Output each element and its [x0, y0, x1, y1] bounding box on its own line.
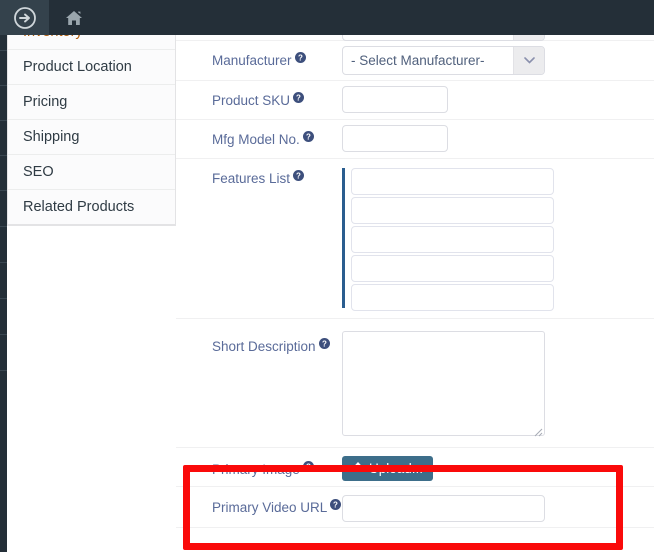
sidebar-item-pricing[interactable]: Pricing	[8, 85, 175, 120]
row-features-list: Features List?	[176, 159, 654, 319]
help-icon[interactable]: ?	[293, 168, 305, 185]
product-form: Parent Product? Manufacturer? - Select M…	[176, 0, 654, 552]
help-icon[interactable]: ?	[294, 50, 306, 67]
label-mfg-model-no: Mfg Model No.?	[212, 120, 342, 148]
forward-arrow-icon	[13, 6, 36, 29]
svg-text:?: ?	[322, 339, 327, 348]
row-product-sku: Product SKU?	[176, 81, 654, 120]
row-primary-image: Primary Image? Upload...	[176, 448, 654, 487]
select-manufacturer[interactable]: - Select Manufacturer-	[342, 46, 545, 75]
label-short-description: Short Description?	[212, 323, 342, 355]
home-icon	[65, 10, 83, 26]
sidebar-item-seo[interactable]: SEO	[8, 155, 175, 190]
sidebar-item-label: Shipping	[23, 129, 80, 145]
input-feature-2[interactable]	[351, 197, 554, 224]
features-list-group	[342, 164, 654, 311]
sidebar-nav-list: Inventory Product Location Pricing Shipp…	[7, 15, 176, 226]
svg-text:?: ?	[333, 500, 338, 509]
svg-text:?: ?	[296, 171, 301, 180]
sidebar-item-label: Related Products	[23, 199, 135, 215]
row-manufacturer: Manufacturer? - Select Manufacturer-	[176, 41, 654, 81]
sidebar-item-related-products[interactable]: Related Products	[8, 190, 175, 225]
row-mfg-model-no: Mfg Model No.?	[176, 120, 654, 159]
input-product-sku[interactable]	[342, 86, 448, 113]
label-manufacturer: Manufacturer?	[212, 41, 342, 69]
row-short-description: Short Description?	[176, 319, 654, 448]
sidebar-item-label: SEO	[23, 164, 54, 180]
label-primary-video-url: Primary Video URL?	[212, 487, 342, 516]
help-icon[interactable]: ?	[318, 336, 330, 353]
sidebar-item-shipping[interactable]: Shipping	[8, 120, 175, 155]
features-accent-bar	[342, 168, 345, 308]
sidebar-item-label: Product Location	[23, 59, 132, 75]
help-icon[interactable]: ?	[330, 497, 342, 514]
label-features-list: Features List?	[212, 159, 342, 187]
label-product-sku: Product SKU?	[212, 81, 342, 109]
select-manufacturer-value: - Select Manufacturer-	[351, 53, 485, 68]
chevron-down-icon[interactable]	[513, 47, 544, 74]
help-icon[interactable]: ?	[302, 129, 314, 146]
top-navbar	[0, 0, 654, 35]
sidebar: Inventory Product Location Pricing Shipp…	[7, 0, 176, 552]
row-primary-video-url: Primary Video URL?	[176, 487, 654, 528]
left-edge-rail	[0, 0, 7, 552]
svg-text:?: ?	[306, 462, 311, 471]
svg-text:?: ?	[296, 93, 301, 102]
home-button[interactable]	[49, 0, 98, 35]
svg-text:?: ?	[306, 132, 311, 141]
input-mfg-model-no[interactable]	[342, 125, 448, 152]
input-feature-3[interactable]	[351, 226, 554, 253]
app-root: Inventory Product Location Pricing Shipp…	[0, 0, 654, 552]
input-feature-1[interactable]	[351, 168, 554, 195]
help-icon[interactable]: ?	[302, 459, 314, 476]
input-primary-video-url[interactable]	[342, 495, 545, 522]
upload-icon	[352, 461, 364, 476]
forward-arrow-button[interactable]	[0, 0, 49, 35]
input-feature-5[interactable]	[351, 284, 554, 311]
svg-text:?: ?	[298, 53, 303, 62]
sidebar-item-label: Pricing	[23, 94, 68, 110]
input-feature-4[interactable]	[351, 255, 554, 282]
sidebar-item-product-location[interactable]: Product Location	[8, 50, 175, 85]
help-icon[interactable]: ?	[293, 90, 305, 107]
upload-button-label: Upload...	[369, 461, 424, 476]
upload-button[interactable]: Upload...	[342, 456, 434, 481]
input-short-description[interactable]	[342, 331, 545, 436]
label-primary-image: Primary Image?	[212, 448, 342, 478]
